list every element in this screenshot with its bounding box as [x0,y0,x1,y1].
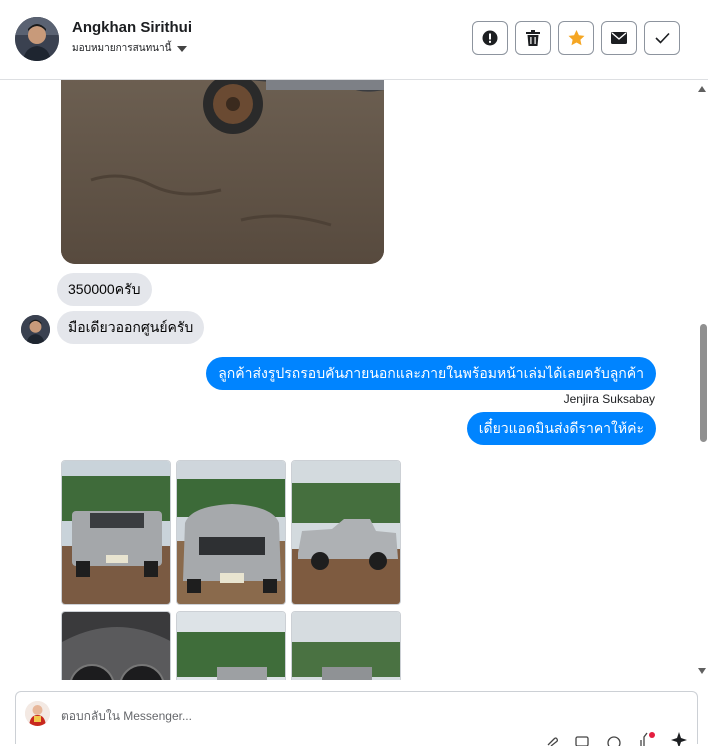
contact-avatar-small [21,315,50,344]
reply-composer[interactable]: ตอบกลับใน Messenger... [15,691,698,746]
scrollbar-thumb[interactable] [700,324,707,442]
photo-truck-rear[interactable] [61,460,171,605]
star-icon [568,30,584,46]
photo-truck-front[interactable] [176,460,286,605]
message-thread: 350000ครับ มือเดียวออกศูนย์ครับ ลูกค้าส่… [0,80,696,680]
mark-done-button[interactable] [644,21,680,55]
scroll-up-arrow-icon[interactable] [698,86,706,92]
alert-icon [482,30,498,46]
check-icon [654,32,670,44]
scroll-down-arrow-icon[interactable] [698,668,706,674]
incoming-message[interactable]: มือเดียวออกศูนย์ครับ [57,311,205,344]
message-photo-truck-wheel[interactable] [61,80,384,264]
incoming-message[interactable]: 350000ครับ [57,273,152,306]
star-button[interactable] [558,21,594,55]
photo-truck-side[interactable] [291,460,401,605]
outgoing-message[interactable]: เดี๋ยวแอดมินส่งดีราคาให้ค่ะ [466,412,656,445]
attachment-icon[interactable] [545,736,559,746]
assign-label: มอบหมายการสนทนานี้ [72,43,172,54]
photo-truck-angle[interactable] [176,611,286,680]
photo-dashboard[interactable] [61,611,171,680]
photo-truck-front-2[interactable] [291,611,401,680]
mark-unread-button[interactable] [601,21,637,55]
delete-button[interactable] [515,21,551,55]
caret-down-icon [177,45,188,52]
contact-name[interactable]: Angkhan Sirithui [72,19,192,36]
spam-button[interactable] [472,21,508,55]
conversation-header: Angkhan Sirithui มอบหมายการสนทนานี้ [0,0,708,80]
emoji-icon[interactable] [607,736,621,746]
gif-icon[interactable] [575,736,589,746]
assign-conversation-dropdown[interactable]: มอบหมายการสนทนานี้ [72,41,188,56]
page-avatar [25,701,50,726]
sender-name: Jenjira Suksabay [563,392,655,406]
envelope-icon [611,32,627,44]
trash-icon [526,30,540,46]
reply-input[interactable]: ตอบกลับใน Messenger... [61,707,192,726]
outgoing-message[interactable]: ลูกค้าส่งรูปรถรอบคันภายนอกและภายในพร้อมห… [206,357,656,390]
contact-avatar[interactable] [15,17,59,61]
scrollbar[interactable] [696,80,708,680]
